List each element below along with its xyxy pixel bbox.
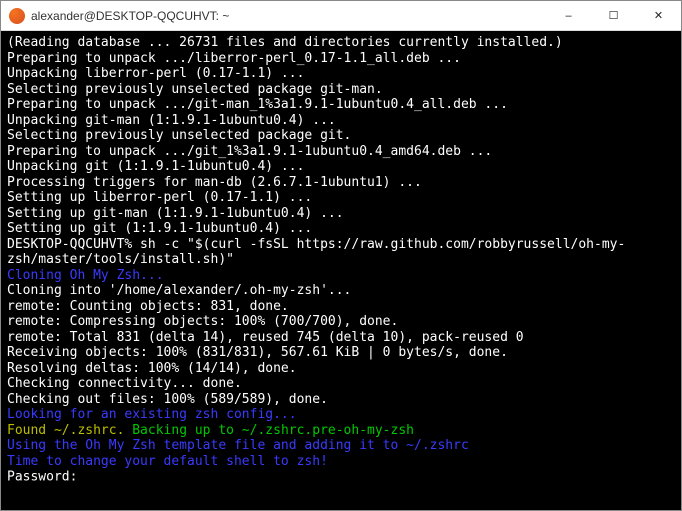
terminal-line: Unpacking git (1:1.9.1-1ubuntu0.4) ... bbox=[7, 159, 675, 175]
terminal-text: Unpacking git (1:1.9.1-1ubuntu0.4) ... bbox=[7, 159, 304, 174]
maximize-button[interactable]: ☐ bbox=[591, 1, 636, 30]
terminal-text: Preparing to unpack .../liberror-perl_0.… bbox=[7, 51, 461, 66]
ubuntu-icon bbox=[9, 8, 25, 24]
terminal-line: Setting up git-man (1:1.9.1-1ubuntu0.4) … bbox=[7, 206, 675, 222]
terminal-line: (Reading database ... 26731 files and di… bbox=[7, 35, 675, 51]
terminal-text: Selecting previously unselected package … bbox=[7, 128, 351, 143]
terminal-line: Processing triggers for man-db (2.6.7.1-… bbox=[7, 175, 675, 191]
terminal-text: Unpacking git-man (1:1.9.1-1ubuntu0.4) .… bbox=[7, 113, 336, 128]
terminal-line: Looking for an existing zsh config... bbox=[7, 407, 675, 423]
terminal-line: Resolving deltas: 100% (14/14), done. bbox=[7, 361, 675, 377]
terminal-text: Backing up to ~/.zshrc.pre-oh-my-zsh bbox=[124, 423, 414, 438]
maximize-icon: ☐ bbox=[609, 9, 619, 22]
terminal-line: Selecting previously unselected package … bbox=[7, 128, 675, 144]
terminal-line: Cloning into '/home/alexander/.oh-my-zsh… bbox=[7, 283, 675, 299]
window-title: alexander@DESKTOP-QQCUHVT: ~ bbox=[31, 9, 546, 23]
terminal-text: DESKTOP-QQCUHVT% sh -c "$(curl -fsSL htt… bbox=[7, 237, 625, 268]
terminal-line: Preparing to unpack .../liberror-perl_0.… bbox=[7, 51, 675, 67]
terminal-line: remote: Compressing objects: 100% (700/7… bbox=[7, 314, 675, 330]
terminal-text: Receiving objects: 100% (831/831), 567.6… bbox=[7, 345, 508, 360]
terminal-text: Setting up git-man (1:1.9.1-1ubuntu0.4) … bbox=[7, 206, 344, 221]
terminal-output[interactable]: (Reading database ... 26731 files and di… bbox=[1, 31, 681, 510]
terminal-line: Found ~/.zshrc. Backing up to ~/.zshrc.p… bbox=[7, 423, 675, 439]
terminal-line: Unpacking liberror-perl (0.17-1.1) ... bbox=[7, 66, 675, 82]
terminal-text: Cloning into '/home/alexander/.oh-my-zsh… bbox=[7, 283, 351, 298]
terminal-line: Time to change your default shell to zsh… bbox=[7, 454, 675, 470]
terminal-line: DESKTOP-QQCUHVT% sh -c "$(curl -fsSL htt… bbox=[7, 237, 675, 268]
close-button[interactable]: ✕ bbox=[636, 1, 681, 30]
minimize-icon: – bbox=[565, 10, 571, 22]
terminal-text: remote: Counting objects: 831, done. bbox=[7, 299, 289, 314]
terminal-text: Cloning Oh My Zsh... bbox=[7, 268, 164, 283]
close-icon: ✕ bbox=[654, 9, 663, 22]
terminal-text: (Reading database ... 26731 files and di… bbox=[7, 35, 563, 50]
window-controls: – ☐ ✕ bbox=[546, 1, 681, 30]
terminal-text: Preparing to unpack .../git_1%3a1.9.1-1u… bbox=[7, 144, 492, 159]
terminal-line: Selecting previously unselected package … bbox=[7, 82, 675, 98]
terminal-line: Using the Oh My Zsh template file and ad… bbox=[7, 438, 675, 454]
terminal-text: remote: Total 831 (delta 14), reused 745… bbox=[7, 330, 524, 345]
terminal-text: Resolving deltas: 100% (14/14), done. bbox=[7, 361, 297, 376]
terminal-line: Cloning Oh My Zsh... bbox=[7, 268, 675, 284]
terminal-text: Password: bbox=[7, 470, 77, 485]
terminal-line: Checking connectivity... done. bbox=[7, 376, 675, 392]
minimize-button[interactable]: – bbox=[546, 1, 591, 30]
terminal-line: Setting up liberror-perl (0.17-1.1) ... bbox=[7, 190, 675, 206]
terminal-line: remote: Counting objects: 831, done. bbox=[7, 299, 675, 315]
terminal-text: remote: Compressing objects: 100% (700/7… bbox=[7, 314, 398, 329]
terminal-text: Unpacking liberror-perl (0.17-1.1) ... bbox=[7, 66, 304, 81]
terminal-line: remote: Total 831 (delta 14), reused 745… bbox=[7, 330, 675, 346]
terminal-line: Preparing to unpack .../git_1%3a1.9.1-1u… bbox=[7, 144, 675, 160]
terminal-text: Preparing to unpack .../git-man_1%3a1.9.… bbox=[7, 97, 508, 112]
terminal-window: alexander@DESKTOP-QQCUHVT: ~ – ☐ ✕ (Read… bbox=[0, 0, 682, 511]
terminal-text: Checking out files: 100% (589/589), done… bbox=[7, 392, 328, 407]
terminal-text: Found ~/.zshrc. bbox=[7, 423, 124, 438]
terminal-line: Preparing to unpack .../git-man_1%3a1.9.… bbox=[7, 97, 675, 113]
terminal-line: Checking out files: 100% (589/589), done… bbox=[7, 392, 675, 408]
terminal-text: Time to change your default shell to zsh… bbox=[7, 454, 328, 469]
terminal-line: Receiving objects: 100% (831/831), 567.6… bbox=[7, 345, 675, 361]
terminal-line: Setting up git (1:1.9.1-1ubuntu0.4) ... bbox=[7, 221, 675, 237]
terminal-text: Checking connectivity... done. bbox=[7, 376, 242, 391]
terminal-text: Setting up git (1:1.9.1-1ubuntu0.4) ... bbox=[7, 221, 312, 236]
terminal-text: Setting up liberror-perl (0.17-1.1) ... bbox=[7, 190, 312, 205]
terminal-text: Looking for an existing zsh config... bbox=[7, 407, 297, 422]
terminal-text: Processing triggers for man-db (2.6.7.1-… bbox=[7, 175, 422, 190]
titlebar[interactable]: alexander@DESKTOP-QQCUHVT: ~ – ☐ ✕ bbox=[1, 1, 681, 31]
terminal-line: Unpacking git-man (1:1.9.1-1ubuntu0.4) .… bbox=[7, 113, 675, 129]
terminal-line: Password: bbox=[7, 469, 675, 485]
terminal-text: Using the Oh My Zsh template file and ad… bbox=[7, 438, 469, 453]
terminal-text: Selecting previously unselected package … bbox=[7, 82, 383, 97]
